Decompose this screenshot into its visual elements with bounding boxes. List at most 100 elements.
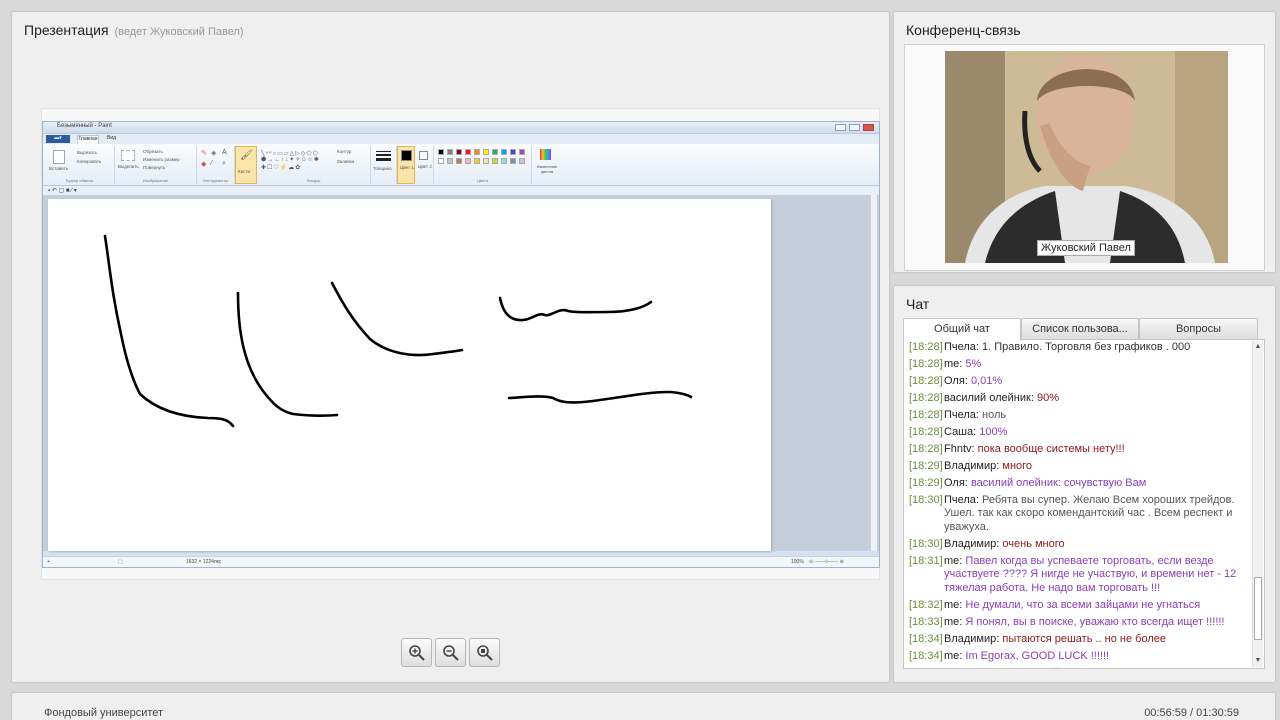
chat-message-text: Я понял, вы в поиске, уважаю кто всегда …: [965, 615, 1225, 628]
zoom-in-button[interactable]: [401, 638, 432, 667]
chat-message-text: Трейдинг только для девушек))): [1034, 667, 1197, 668]
outline-label: Контур: [337, 149, 352, 154]
chat-message-time: [18:28]: [909, 392, 943, 404]
slide-frame: Безымянный - Paint ▬▾ Главная Вид Встави…: [41, 108, 880, 580]
eraser-icon: ◆: [201, 161, 207, 168]
chat-message-text: 0,01%: [970, 375, 1003, 387]
chat-message-text: ноль: [982, 409, 1007, 421]
status-add-icon: +: [47, 559, 50, 565]
chat-message-body: Оля: 0,01%: [944, 375, 1249, 388]
size-line-2: [376, 154, 391, 156]
text-icon: A: [222, 149, 227, 156]
ribbon-palette: Цвета: [434, 146, 532, 184]
paint-window: Безымянный - Paint ▬▾ Главная Вид Встави…: [42, 121, 880, 568]
chat-message-author: Владимир:: [944, 632, 1000, 645]
chat-message: [18:34] me: Im Egorax, GOOD LUCK !!!!!!: [909, 650, 1249, 663]
chat-message-body: Fhntv: пока вообще системы нету!!!: [944, 443, 1249, 456]
palette-swatch: [456, 149, 462, 155]
chat-message-author: Fhntv:: [944, 443, 975, 455]
chat-message-time: [18:28]: [909, 358, 943, 370]
chat-message-body: me: Павел когда вы успеваете торговать, …: [944, 555, 1249, 595]
chat-message: [18:29] Владимир: много: [909, 460, 1249, 473]
select-label: Выделить: [118, 164, 139, 169]
shapes-icons-row2: ⬢→←↑↓✦✧✩☆✱: [261, 157, 320, 163]
stroke-1: [103, 234, 235, 428]
chat-message-time: [18:30]: [909, 537, 943, 550]
chat-scrollbar[interactable]: ▲ ▼: [1252, 341, 1263, 667]
chat-message: [18:33] me: Я понял, вы в поиске, уважаю …: [909, 616, 1249, 629]
chat-message: [18:28] me: 5%: [909, 358, 1249, 371]
edit-colors-icon: [540, 149, 551, 160]
palette-swatch: [501, 158, 507, 164]
presenter-note: (ведет Жуковский Павел): [114, 26, 244, 38]
tab-general-chat[interactable]: Общий чат: [903, 318, 1021, 341]
stroke-4: [498, 296, 653, 322]
fill-icon: ◈: [211, 150, 217, 157]
chat-message: [18:30] Пчела: Ребята вы супер. Желаю Все…: [909, 494, 1249, 534]
zoom-fit-button[interactable]: [469, 638, 500, 667]
chat-message: [18:28] Пчела: ноль: [909, 409, 1249, 422]
palette-swatch: [474, 149, 480, 155]
chat-message-author: me:: [944, 358, 963, 370]
conference-title: Конференц-связь: [906, 22, 1021, 38]
zoom-fit-icon: [476, 644, 493, 661]
ribbon-group-tools: ✎ ◈ A ◆ ⁄ ⌕ Инструменты: [197, 146, 235, 184]
colors-group-label: Цвета: [476, 178, 489, 183]
maximize-icon: [849, 124, 860, 131]
chat-message: [18:30] Владимир: очень много: [909, 538, 1249, 551]
fill-label: Заливка: [337, 159, 355, 164]
chat-message-author: Ирина Булыгина:: [944, 667, 1031, 668]
chat-message-time: [18:34]: [909, 649, 943, 662]
palette-swatch: [510, 158, 516, 164]
footer-bar: Фондовый университет 00:56:59 / 01:30:59: [11, 692, 1276, 720]
tab-questions[interactable]: Вопросы: [1139, 318, 1258, 340]
color1-swatch: [401, 150, 412, 161]
quick-access-icons: ▪ ↶ ▢ ■ ⁄ ▾: [48, 188, 77, 194]
palette-swatch: [492, 149, 498, 155]
drawing-strokes: [103, 234, 693, 428]
zoom-out-button[interactable]: [435, 638, 466, 667]
chat-message-author: Владимир:: [944, 537, 1000, 550]
chat-message-author: me:: [944, 649, 963, 662]
palette-swatch: [483, 158, 489, 164]
tab-user-list[interactable]: Список пользова...: [1021, 318, 1139, 340]
video-frame: Жуковский Павел: [904, 44, 1265, 271]
chat-title: Чат: [906, 296, 930, 312]
ribbon-group-shapes: ╲〰○▭▱△▷◇⬠⬡ ⬢→←↑↓✦✧✩☆✱ ✚☐♡⚡☁✿ Контур Зали…: [257, 146, 371, 184]
shapes-icons-row3: ✚☐♡⚡☁✿: [261, 165, 302, 171]
chat-message: [18:28] Пчела: 1. Правило. Торговля без г…: [909, 341, 1249, 354]
scroll-down-icon[interactable]: ▼: [1253, 656, 1263, 666]
palette-swatch: [519, 149, 525, 155]
chat-messages-box[interactable]: [18:28] Пчела: 1. Правило. Торговля без г…: [903, 339, 1265, 669]
chat-message-body: Ирина Булыгина: Трейдинг только для деву…: [944, 667, 1249, 668]
chat-scroll-thumb[interactable]: [1254, 577, 1262, 640]
speaker-name-label: Жуковский Павел: [1037, 240, 1135, 256]
palette-swatch: [492, 158, 498, 164]
chat-message-time: [18:29]: [909, 477, 943, 489]
chat-message-text: 100%: [979, 426, 1008, 438]
paint-tab-main: Главная: [77, 135, 99, 144]
presentation-panel: Презентация (ведет Жуковский Павел) Безы…: [11, 11, 890, 683]
chat-message-text: очень много: [1002, 537, 1065, 550]
size-line-3: [376, 158, 391, 161]
size-line-1: [376, 151, 391, 152]
slide-zoom-controls: [401, 638, 500, 667]
paint-quick-access: ▪ ↶ ▢ ■ ⁄ ▾: [43, 186, 879, 195]
paste-label: Вставить: [49, 166, 69, 171]
size-label: Толщина: [373, 166, 392, 171]
chat-message-author: Владимир:: [944, 460, 1000, 472]
zoom-out-icon: [442, 644, 459, 661]
crop-label: Обрезать: [143, 149, 163, 154]
organization-name: Фондовый университет: [44, 707, 164, 719]
webcam-video[interactable]: Жуковский Павел: [945, 51, 1228, 263]
chat-message: [18:28] Оля: 0,01%: [909, 375, 1249, 388]
image-group-label: Изображение: [142, 178, 169, 183]
chat-message-text: Im Egorax, GOOD LUCK !!!!!!: [965, 649, 1110, 662]
brush-icon: 🖌: [240, 150, 253, 161]
palette-swatch: [510, 149, 516, 155]
chat-message-author: Пчела:: [944, 409, 979, 421]
scroll-up-icon[interactable]: ▲: [1253, 342, 1263, 352]
chat-message: [18:29] Оля: василий олейник: сочувствую …: [909, 477, 1249, 490]
chat-message-body: Пчела: ноль: [944, 409, 1249, 422]
chat-message-text: 90%: [1036, 392, 1059, 404]
